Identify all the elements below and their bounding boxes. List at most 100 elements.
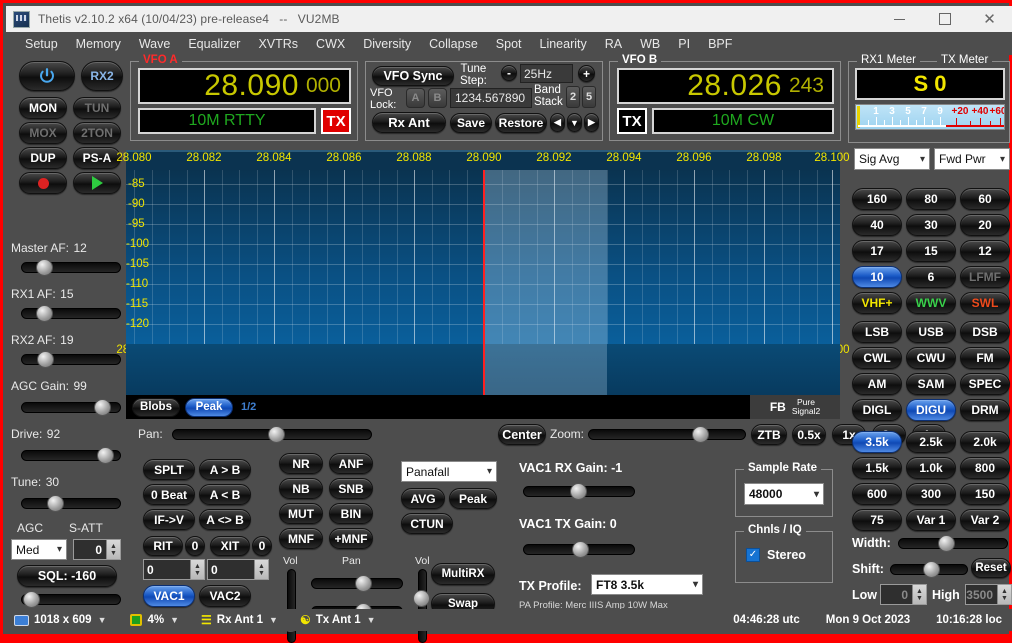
band-button-12[interactable]: 12 [960,240,1010,262]
tx-meter-mode-select[interactable]: Fwd Pwr ▾ [934,148,1010,170]
display-page-indicator[interactable]: 1/2 [241,401,256,413]
stereo-checkbox-row[interactable]: ✓ Stereo [746,548,806,562]
filter-button-150[interactable]: 150 [960,483,1010,505]
tun-button[interactable]: TUN [73,97,121,119]
two-tone-button[interactable]: 2TON [73,122,121,144]
panadapter-plot-area[interactable]: -85 -90 -95 -100 -105 -110 -115 -120 [126,170,840,344]
mode-button-am[interactable]: AM [852,373,902,395]
if-to-v-button[interactable]: IF->V [143,509,195,530]
play-button[interactable] [73,172,121,194]
frequency-offset-field[interactable]: 1234.567890 [450,88,532,108]
slider-thumb[interactable] [938,535,955,552]
width-slider[interactable] [898,535,1008,551]
menu-item-collapse[interactable]: Collapse [420,35,487,53]
band-stack-slot-2[interactable]: 5 [582,86,596,108]
band-button-10[interactable]: 10 [852,266,902,288]
shift-slider[interactable] [890,561,968,577]
vfo-b-frequency-display[interactable]: 28.026 243 [617,68,834,104]
mode-button-drm[interactable]: DRM [960,399,1010,421]
slider-thumb[interactable] [268,426,285,443]
close-icon[interactable]: ✕ [967,6,1012,32]
add-mnf-button[interactable]: +MNF [329,528,373,549]
vfo-b-tx-indicator[interactable]: TX [617,108,647,134]
slider-thumb[interactable] [94,399,111,416]
slider-thumb[interactable] [97,447,114,464]
band-button-20[interactable]: 20 [960,214,1010,236]
peak-toggle-button[interactable]: Peak [185,398,233,417]
a-to-b-button[interactable]: A > B [199,459,251,480]
band-button-lfmf[interactable]: LFMF [960,266,1010,288]
slider-thumb[interactable] [37,351,54,368]
band-down-icon[interactable]: ▼ [567,113,582,132]
band-button-6[interactable]: 6 [906,266,956,288]
save-button[interactable]: Save [450,113,492,133]
zoom-slider[interactable] [588,426,746,442]
agc-select[interactable]: Med ▾ [11,539,67,560]
meter-mode-select[interactable]: Sig Avg ▾ [854,148,930,170]
waterfall-display[interactable] [126,344,840,397]
tune-slider[interactable] [21,495,121,511]
a-swap-b-button[interactable]: A <> B [199,509,251,530]
slider-thumb[interactable] [413,590,430,607]
xit-value-stepper[interactable]: 0 ▲▼ [207,559,269,580]
ctun-button[interactable]: CTUN [401,513,453,534]
rit-button[interactable]: RIT [143,536,183,556]
menu-item-wb[interactable]: WB [631,35,669,53]
rit-step-badge[interactable]: 0 [185,536,205,556]
filter-low-stepper[interactable]: 0 ▲▼ [880,584,927,605]
squelch-slider[interactable] [21,591,121,607]
slider-thumb[interactable] [23,591,40,608]
filter-button-2_5k[interactable]: 2.5k [906,431,956,453]
mode-button-cwu[interactable]: CWU [906,347,956,369]
band-next-icon[interactable]: ▶ [584,113,599,132]
nr-button[interactable]: NR [279,453,323,474]
menu-item-linearity[interactable]: Linearity [531,35,596,53]
zoom-0_5x-button[interactable]: 0.5x [792,424,826,445]
band-button-40[interactable]: 40 [852,214,902,236]
band-button-17[interactable]: 17 [852,240,902,262]
filter-high-spinner[interactable]: ▲▼ [997,585,1011,604]
menu-item-cwx[interactable]: CWX [307,35,354,53]
filter-reset-button[interactable]: Reset [971,558,1011,578]
mute-button[interactable]: MUT [279,503,323,524]
band-button-160[interactable]: 160 [852,188,902,210]
filter-button-1_5k[interactable]: 1.5k [852,457,902,479]
chevron-down-icon[interactable]: ▼ [367,615,376,625]
status-tx-ant[interactable]: ☯ Tx Ant 1 [300,613,361,627]
rx2-af-slider[interactable] [21,351,121,367]
rx1-pan-slider[interactable] [311,575,403,591]
rit-spinner[interactable]: ▲▼ [190,560,204,579]
s-att-spinner[interactable]: ▲▼ [106,540,120,559]
mode-button-cwl[interactable]: CWL [852,347,902,369]
status-rx-ant[interactable]: ☰ Rx Ant 1 [201,613,263,627]
filter-button-1_0k[interactable]: 1.0k [906,457,956,479]
chevron-down-icon[interactable]: ▼ [170,615,179,625]
band-button-wwv[interactable]: WWV [906,292,956,314]
nb-button[interactable]: NB [279,478,323,499]
chevron-down-icon[interactable]: ▼ [269,615,278,625]
a-less-than-b-button[interactable]: A < B [199,484,251,505]
xit-step-badge[interactable]: 0 [252,536,272,556]
slider-thumb[interactable] [355,575,372,592]
filter-button-var1[interactable]: Var 1 [906,509,956,531]
squelch-button[interactable]: SQL: -160 [17,565,117,587]
band-button-60[interactable]: 60 [960,188,1010,210]
vfo-a-frequency-display[interactable]: 28.090 000 [138,68,351,104]
ps-a-button[interactable]: PS-A [73,147,121,169]
menu-item-spot[interactable]: Spot [487,35,531,53]
vfo-lock-b-button[interactable]: B [428,88,447,108]
power-button[interactable] [19,61,75,91]
s-att-stepper[interactable]: 0 ▲▼ [73,539,121,560]
status-cpu[interactable]: 4% [130,614,164,626]
mode-button-usb[interactable]: USB [906,321,956,343]
mode-button-spec[interactable]: SPEC [960,373,1010,395]
snb-button[interactable]: SNB [329,478,373,499]
avg-button[interactable]: AVG [401,488,445,509]
restore-button[interactable]: Restore [495,113,547,133]
record-button[interactable] [19,172,67,194]
filter-button-2_0k[interactable]: 2.0k [960,431,1010,453]
sample-rate-select[interactable]: 48000 ▾ [744,483,824,505]
center-button[interactable]: Center [498,424,546,445]
vfo-lock-a-button[interactable]: A [406,88,425,108]
multirx-button[interactable]: MultiRX [431,563,495,585]
